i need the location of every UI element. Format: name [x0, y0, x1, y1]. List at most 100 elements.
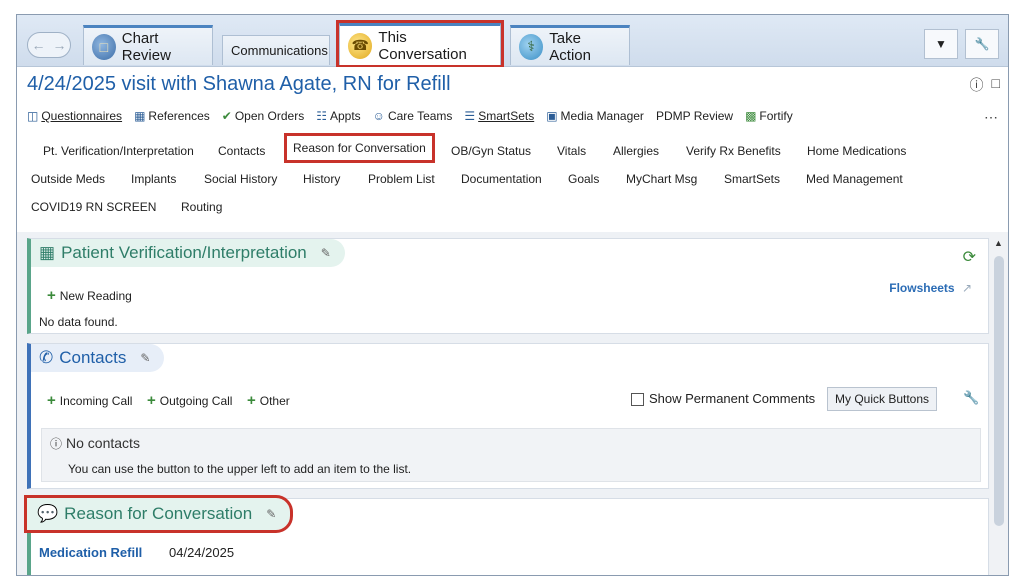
no-contacts-hint: You can use the button to the upper left… [68, 462, 412, 476]
toolbar-label: PDMP Review [655, 109, 734, 123]
toolbar-questionnaires[interactable]: ◫ Questionnaires [27, 109, 122, 123]
tab-label: Chart Review [121, 29, 171, 64]
toolbar-fortify[interactable]: ▩ Fortify [745, 109, 793, 123]
window-icon[interactable]: □ [992, 75, 1000, 95]
show-permanent-comments-checkbox[interactable] [631, 393, 644, 407]
care-teams-icon: ☺ [372, 109, 385, 123]
nav-med-management[interactable]: Med Management [806, 172, 903, 186]
pencil-icon[interactable]: ✎ [266, 507, 276, 521]
nav-covid19-rn-screen[interactable]: COVID19 RN SCREEN [31, 200, 156, 214]
tab-chart-review[interactable]: □ Chart Review [83, 25, 213, 65]
reason-item[interactable]: Medication Refill [39, 545, 142, 560]
nav-mychart-msg[interactable]: MyChart Msg [626, 172, 697, 186]
nav-documentation[interactable]: Documentation [461, 172, 542, 186]
scrollbar[interactable]: ▲ [990, 232, 1008, 575]
help-icon[interactable]: ⓘ [970, 75, 984, 95]
nav-contacts[interactable]: Contacts [218, 144, 265, 158]
dropdown-button[interactable]: ▼ [924, 29, 958, 59]
toolbar-care-teams[interactable]: ☺ Care Teams [373, 109, 453, 123]
nav-pt-verification[interactable]: Pt. Verification/Interpretation [43, 144, 194, 158]
outgoing-call-button[interactable]: + Outgoing Call [147, 392, 232, 409]
nav-vitals[interactable]: Vitals [557, 144, 586, 158]
page-title: 4/24/2025 visit with Shawna Agate, RN fo… [27, 73, 451, 95]
section-header: ✆ Contacts ✎ [31, 344, 165, 372]
nav-reason-for-conversation[interactable]: Reason for Conversation [284, 133, 435, 163]
nav-routing[interactable]: Routing [181, 200, 222, 214]
nav-social-history[interactable]: Social History [204, 172, 277, 186]
show-permanent-comments[interactable]: Show Permanent Comments [631, 391, 816, 407]
toolbar-references[interactable]: ▦ References [134, 109, 210, 123]
plus-icon: + [247, 392, 256, 409]
scroll-thumb[interactable] [994, 256, 1004, 526]
header-icons: ⓘ □ [970, 75, 1000, 95]
section-header: ▦ Patient Verification/Interpretation ✎ [31, 239, 345, 267]
toolbar-label: Open Orders [234, 109, 305, 123]
help-icon: ⓘ [50, 437, 63, 451]
toolbar-open-orders[interactable]: ✔ Open Orders [222, 109, 304, 123]
back-arrow-icon[interactable]: ← [32, 37, 46, 53]
external-link-icon: ↗ [961, 281, 972, 295]
pencil-icon[interactable]: ✎ [140, 351, 150, 365]
caret-down-icon: ▼ [935, 37, 947, 51]
conversation-icon: 💬 [37, 504, 59, 523]
button-label: Incoming Call [59, 393, 133, 408]
nav-implants[interactable]: Implants [131, 172, 176, 186]
scroll-up-icon[interactable]: ▲ [994, 238, 1003, 248]
link-label: Flowsheets [889, 281, 955, 295]
button-label: Other [259, 393, 290, 408]
toolbar-appts[interactable]: ☷ Appts [316, 109, 360, 123]
section-pt-verification: ▦ Patient Verification/Interpretation ✎ … [27, 238, 989, 334]
refresh-icon[interactable]: ⟳ [963, 247, 976, 267]
back-forward-buttons[interactable]: ← → [27, 32, 71, 58]
nav-home-medications[interactable]: Home Medications [807, 144, 906, 158]
toolbar-label: Appts [329, 109, 361, 123]
section-contacts: ✆ Contacts ✎ + Incoming Call + Outgoing … [27, 343, 989, 489]
wrench-button[interactable]: 🔧 [965, 29, 999, 59]
checkmark-icon: ✔ [221, 109, 232, 123]
tab-communications[interactable]: Communications [222, 35, 330, 65]
tab-label: This Conversation [378, 28, 467, 63]
toolbar-label: SmartSets [478, 109, 535, 123]
nav-verify-rx-benefits[interactable]: Verify Rx Benefits [686, 144, 781, 158]
nav-ob-gyn-status[interactable]: OB/Gyn Status [451, 144, 531, 158]
my-quick-buttons-button[interactable]: My Quick Buttons [827, 387, 938, 411]
wrench-icon: 🔧 [974, 37, 990, 51]
nav-problem-list[interactable]: Problem List [368, 172, 435, 186]
nav-history[interactable]: History [303, 172, 340, 186]
plus-icon: + [47, 392, 56, 409]
section-header: 💬 Reason for Conversation ✎ [23, 495, 294, 533]
telephone-icon: ☎ [348, 32, 373, 59]
stethoscope-icon: ⚕ [519, 33, 544, 60]
section-reason-for-conversation: 💬 Reason for Conversation ✎ Medication R… [23, 495, 989, 575]
no-contacts-panel: ⓘ No contacts You can use the button to t… [41, 428, 981, 482]
nav-smartsets[interactable]: SmartSets [724, 172, 780, 186]
smartsets-icon: ☰ [464, 109, 476, 123]
toolbar-pdmp-review[interactable]: PDMP Review [656, 109, 733, 123]
toolbar-smartsets[interactable]: ☰ SmartSets [464, 109, 534, 123]
references-icon: ▦ [134, 109, 146, 123]
media-manager-icon: ▣ [546, 109, 558, 123]
reason-date: 04/24/2025 [169, 545, 235, 560]
section-nav-row-1: Pt. Verification/Interpretation Contacts… [17, 133, 1008, 163]
pencil-icon[interactable]: ✎ [321, 246, 331, 260]
incoming-call-button[interactable]: + Incoming Call [47, 392, 132, 409]
nav-goals[interactable]: Goals [568, 172, 599, 186]
fortify-icon: ▩ [745, 109, 757, 123]
checkbox-label: Show Permanent Comments [649, 391, 816, 406]
new-reading-button[interactable]: + New Reading [47, 287, 132, 304]
tab-take-action[interactable]: ⚕ Take Action [510, 25, 630, 65]
encounter-header: 4/24/2025 visit with Shawna Agate, RN fo… [17, 67, 1008, 232]
toolbar-media-manager[interactable]: ▣ Media Manager [546, 109, 644, 123]
forward-arrow-icon[interactable]: → [53, 37, 67, 53]
tab-this-conversation[interactable]: ☎ This Conversation [336, 20, 504, 68]
appts-icon: ☷ [316, 109, 327, 123]
other-contact-button[interactable]: + Other [247, 392, 290, 409]
nav-allergies[interactable]: Allergies [613, 144, 659, 158]
nav-outside-meds[interactable]: Outside Meds [31, 172, 105, 186]
content-area: ▦ Patient Verification/Interpretation ✎ … [17, 232, 1008, 575]
no-data-text: No data found. [39, 315, 118, 329]
toolbar-label: References [148, 109, 210, 123]
wrench-icon[interactable]: 🔧 [963, 390, 979, 406]
flowsheets-link[interactable]: Flowsheets ↗ [889, 281, 972, 295]
more-options-icon[interactable]: ⋯ [984, 109, 998, 126]
